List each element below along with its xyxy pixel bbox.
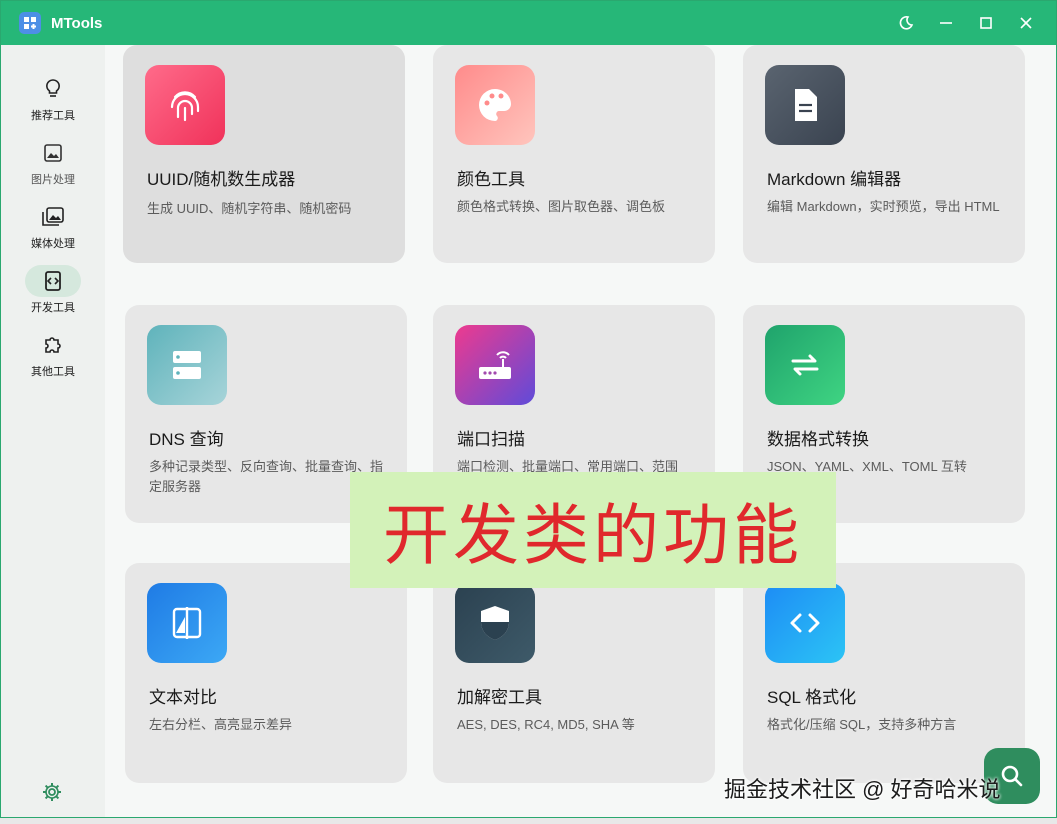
shield-icon	[455, 583, 535, 663]
minimize-button[interactable]	[926, 1, 966, 45]
media-icon	[42, 207, 64, 226]
code-brackets-icon	[765, 583, 845, 663]
caption-overlay: 开发类的功能	[350, 472, 836, 588]
tool-card-desc: 生成 UUID、随机字符串、随机密码	[147, 201, 352, 216]
sidebar-item-dev-tools[interactable]: 开发工具	[5, 265, 101, 325]
tool-card-markdown[interactable]: Markdown 编辑器 编辑 Markdown，实时预览，导出 HTML	[743, 45, 1025, 263]
sidebar-item-label: 推荐工具	[31, 110, 75, 122]
tool-card-sql[interactable]: SQL 格式化 格式化/压缩 SQL，支持多种方言	[743, 563, 1025, 783]
tool-grid: UUID/随机数生成器 生成 UUID、随机字符串、随机密码 颜色工具 颜色格式…	[105, 45, 1056, 817]
app-window: MTools 推荐工具 图片处理 媒体处理 开发工具 其他工具 UUID/随机数…	[0, 0, 1057, 818]
maximize-icon	[980, 17, 992, 29]
close-icon	[1020, 17, 1032, 29]
moon-icon	[899, 16, 914, 30]
router-icon	[455, 325, 535, 405]
minimize-icon	[940, 22, 952, 24]
tool-card-title: 颜色工具	[457, 170, 525, 189]
tool-card-crypto[interactable]: 加解密工具 AES, DES, RC4, MD5, SHA 等	[433, 563, 715, 783]
gear-icon	[43, 783, 61, 801]
fingerprint-icon	[145, 65, 225, 145]
search-icon	[1001, 765, 1023, 787]
tool-card-title: 端口扫描	[457, 430, 525, 449]
sidebar-item-recommended[interactable]: 推荐工具	[5, 73, 101, 133]
tool-card-title: SQL 格式化	[767, 688, 857, 707]
tool-card-color[interactable]: 颜色工具 颜色格式转换、图片取色器、调色板	[433, 45, 715, 263]
palette-icon	[455, 65, 535, 145]
tool-card-title: Markdown 编辑器	[767, 170, 902, 189]
code-icon	[45, 271, 61, 291]
close-button[interactable]	[1006, 1, 1046, 45]
sidebar: 推荐工具 图片处理 媒体处理 开发工具 其他工具	[1, 45, 105, 817]
sidebar-item-label: 其他工具	[31, 366, 75, 378]
sidebar-item-media[interactable]: 媒体处理	[5, 201, 101, 261]
sidebar-item-label: 开发工具	[31, 302, 75, 314]
puzzle-icon	[45, 337, 61, 353]
tool-card-title: UUID/随机数生成器	[147, 170, 296, 189]
caption-text: 开发类的功能	[383, 497, 803, 574]
tool-card-uuid[interactable]: UUID/随机数生成器 生成 UUID、随机字符串、随机密码	[123, 45, 405, 263]
sidebar-item-label: 图片处理	[31, 174, 75, 186]
tool-card-desc: AES, DES, RC4, MD5, SHA 等	[457, 717, 635, 732]
tool-card-title: DNS 查询	[149, 430, 224, 449]
background-strip	[0, 818, 1057, 824]
document-icon	[765, 65, 845, 145]
sidebar-item-other[interactable]: 其他工具	[5, 329, 101, 389]
sidebar-item-label: 媒体处理	[31, 238, 75, 250]
tool-card-text-compare[interactable]: 文本对比 左右分栏、高亮显示差异	[125, 563, 407, 783]
tool-card-title: 文本对比	[149, 688, 217, 707]
tool-card-title: 加解密工具	[457, 688, 542, 707]
tool-card-desc: 左右分栏、高亮显示差异	[149, 717, 293, 732]
sidebar-item-image[interactable]: 图片处理	[5, 137, 101, 197]
server-icon	[147, 325, 227, 405]
settings-button[interactable]	[41, 781, 65, 805]
lightbulb-icon	[46, 79, 60, 97]
swap-icon	[765, 325, 845, 405]
app-title: MTools	[51, 14, 103, 32]
watermark: 掘金技术社区 @ 好奇哈米说	[724, 777, 1001, 802]
compare-icon	[147, 583, 227, 663]
tool-card-desc: 格式化/压缩 SQL，支持多种方言	[767, 717, 957, 732]
tool-card-title: 数据格式转换	[767, 430, 869, 449]
app-logo-icon	[19, 12, 41, 34]
title-bar: MTools	[1, 1, 1056, 45]
image-icon	[44, 144, 62, 162]
tool-card-desc: 颜色格式转换、图片取色器、调色板	[457, 199, 666, 214]
theme-toggle-button[interactable]	[886, 1, 926, 45]
tool-card-desc: 编辑 Markdown，实时预览，导出 HTML	[767, 199, 1000, 214]
maximize-button[interactable]	[966, 1, 1006, 45]
